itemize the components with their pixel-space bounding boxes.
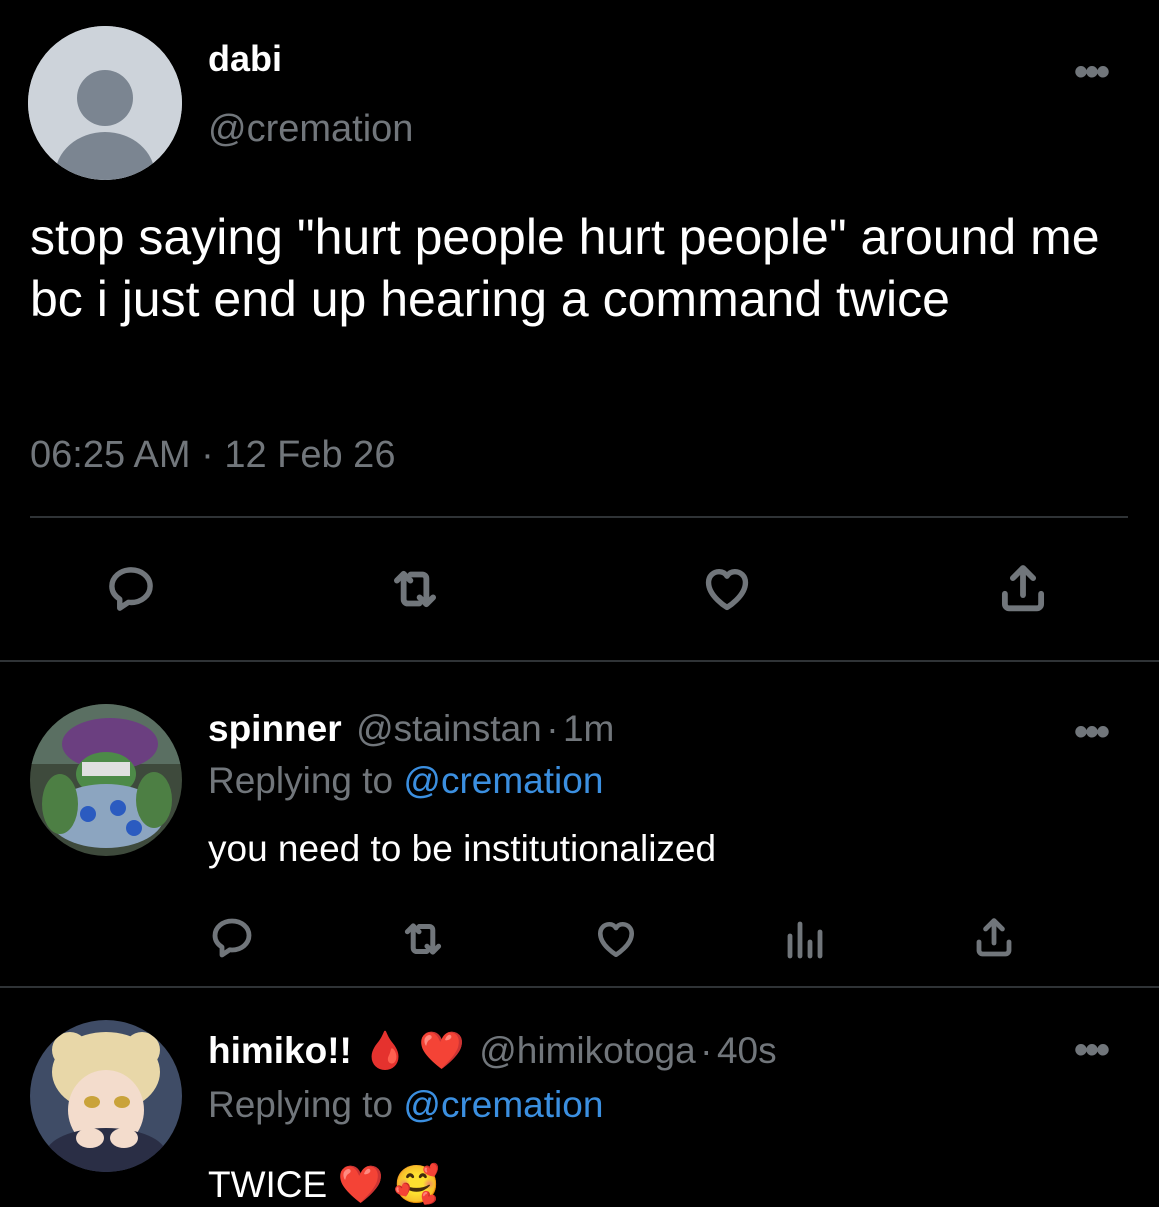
default-profile-icon (28, 26, 182, 180)
retweet-icon[interactable] (386, 560, 444, 623)
name-emoji: 🩸 ❤️ (362, 1030, 465, 1071)
replying-to-label: Replying to (208, 1084, 394, 1125)
like-icon[interactable] (592, 916, 640, 967)
author-name[interactable]: dabi (208, 38, 282, 80)
more-options-icon[interactable]: ••• (1074, 52, 1110, 92)
author-avatar[interactable] (28, 26, 182, 180)
reply-avatar-himiko[interactable] (30, 1020, 182, 1172)
reply-icon[interactable] (104, 562, 158, 621)
more-options-icon[interactable]: ••• (1074, 712, 1110, 752)
reply-author-name[interactable]: spinner (208, 708, 342, 749)
share-icon[interactable] (970, 914, 1018, 967)
divider (0, 660, 1159, 662)
replying-to: Replying to @cremation (208, 760, 603, 802)
more-options-icon[interactable]: ••• (1074, 1030, 1110, 1070)
replying-to-label: Replying to (208, 760, 394, 801)
reply-time[interactable]: 40s (717, 1030, 777, 1071)
retweet-icon[interactable] (398, 914, 448, 969)
reply-header: himiko!! 🩸 ❤️ @himikotoga · 40s (208, 1030, 777, 1073)
reply-author-name[interactable]: himiko!! (208, 1030, 352, 1071)
like-icon[interactable] (698, 562, 756, 621)
reply-text: you need to be institutionalized (208, 828, 717, 869)
divider (0, 986, 1159, 988)
replying-to-handle[interactable]: @cremation (403, 1084, 603, 1125)
replying-to: Replying to @cremation (208, 1084, 603, 1126)
tweet-text: stop saying "hurt people hurt people" ar… (30, 209, 1100, 327)
replying-to-handle[interactable]: @cremation (403, 760, 603, 801)
share-icon[interactable] (994, 560, 1052, 623)
reply-text: TWICE ❤️ 🥰 (208, 1164, 440, 1205)
reply-time-separator: · (546, 708, 559, 749)
analytics-icon[interactable] (784, 916, 824, 965)
reply-time[interactable]: 1m (563, 708, 614, 749)
reply-header: spinner @stainstan · 1m (208, 708, 614, 750)
reply-avatar-spinner[interactable] (30, 704, 182, 856)
reply-author-handle[interactable]: @stainstan (356, 708, 542, 749)
reply-time-separator: · (700, 1030, 713, 1071)
tweet-timestamp[interactable]: 06:25 AM · 12 Feb 26 (30, 434, 395, 477)
divider (30, 516, 1128, 518)
author-handle[interactable]: @cremation (208, 108, 413, 151)
reply-author-handle[interactable]: @himikotoga (479, 1030, 696, 1071)
reply-icon[interactable] (208, 914, 256, 967)
